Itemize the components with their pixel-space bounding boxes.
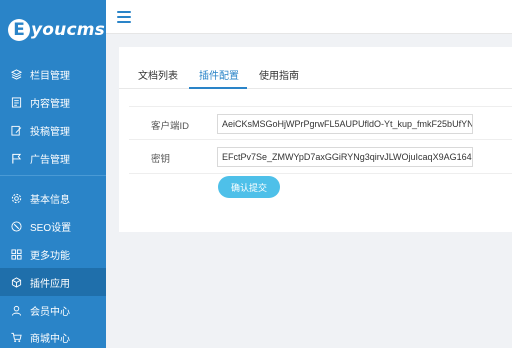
logo-text: youcms: [31, 20, 105, 40]
tab-bar: 文档列表 插件配置 使用指南: [119, 47, 512, 89]
sidebar-item-label: 基本信息: [30, 194, 70, 206]
form-row-secret: 密钥 EFctPv7Se_ZMWYpD7axGGiRYNg3qirvJLWOju…: [129, 140, 512, 174]
sidebar-item-column-management[interactable]: 栏目管理: [0, 60, 106, 88]
sidebar-item-member-center[interactable]: 会员中心: [0, 296, 106, 324]
sidebar-item-label: 商城中心: [30, 333, 70, 345]
menu-toggle-icon[interactable]: [117, 11, 131, 23]
sidebar-item-mall-center[interactable]: 商城中心: [0, 323, 106, 348]
cube-icon: [10, 276, 22, 288]
sidebar-item-label: SEO设置: [30, 222, 72, 234]
gear-icon: [10, 192, 22, 204]
secret-input[interactable]: EFctPv7Se_ZMWYpD7axGGiRYNg3qirvJLWOjuIca…: [217, 147, 473, 167]
client-id-input[interactable]: AeiCKsMSGoHjWPrPgrwFL5AUPUfldO-Yt_kup_fm…: [217, 114, 473, 134]
sidebar-item-ad-management[interactable]: 广告管理: [0, 144, 106, 172]
logo-mark: E: [8, 19, 30, 41]
sidebar-item-label: 广告管理: [30, 154, 70, 166]
tab-usage-guide[interactable]: 使用指南: [259, 67, 299, 82]
sidebar-divider: [0, 175, 106, 176]
secret-label: 密钥: [151, 154, 171, 165]
sidebar-item-content-management[interactable]: 内容管理: [0, 88, 106, 116]
tab-document-list[interactable]: 文档列表: [138, 67, 178, 82]
compass-icon: [10, 220, 22, 232]
flag-icon: [10, 152, 22, 164]
sidebar-item-label: 内容管理: [30, 98, 70, 110]
edit-icon: [10, 124, 22, 136]
sidebar-item-label: 更多功能: [30, 250, 70, 262]
document-icon: [10, 96, 22, 108]
sidebar-item-label: 栏目管理: [30, 70, 70, 82]
top-bar: [106, 0, 512, 34]
form-row-client-id: 客户端ID AeiCKsMSGoHjWPrPgrwFL5AUPUfldO-Yt_…: [129, 106, 512, 140]
layers-icon: [10, 68, 22, 80]
sidebar-item-label: 投稿管理: [30, 126, 70, 138]
submit-button[interactable]: 确认提交: [218, 176, 280, 198]
sidebar-item-submission-management[interactable]: 投稿管理: [0, 116, 106, 144]
sidebar-item-plugin-apps[interactable]: 插件应用: [0, 268, 106, 296]
sidebar-item-basic-info[interactable]: 基本信息: [0, 184, 106, 212]
sidebar: E youcms 栏目管理 内容管理 投稿管理 广告管理 基本信息 SEO设置 …: [0, 0, 106, 348]
sidebar-item-label: 插件应用: [30, 278, 70, 290]
sidebar-item-seo-settings[interactable]: SEO设置: [0, 212, 106, 240]
user-icon: [10, 304, 22, 316]
client-id-label: 客户端ID: [151, 121, 190, 132]
logo[interactable]: E youcms: [0, 0, 106, 60]
sidebar-item-more-features[interactable]: 更多功能: [0, 240, 106, 268]
plugin-config-panel: 文档列表 插件配置 使用指南 客户端ID AeiCKsMSGoHjWPrPgrw…: [119, 47, 512, 232]
grid-icon: [10, 248, 22, 260]
tab-plugin-config[interactable]: 插件配置: [199, 67, 239, 82]
cart-icon: [10, 331, 22, 343]
active-tab-indicator: [189, 87, 247, 89]
sidebar-item-label: 会员中心: [30, 306, 70, 318]
